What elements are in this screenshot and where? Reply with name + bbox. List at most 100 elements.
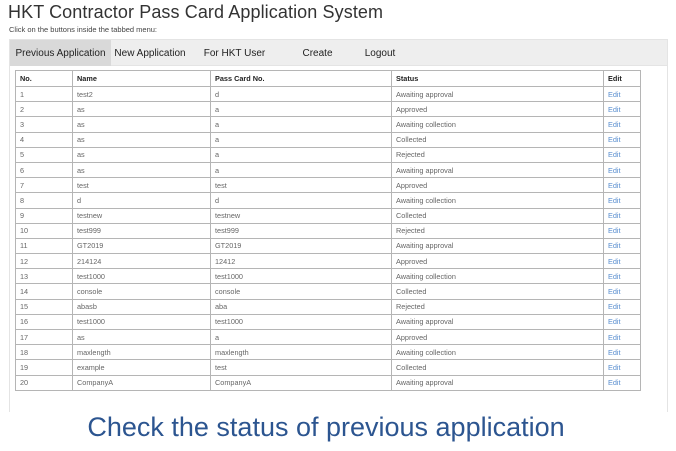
tab-create-account[interactable]: Create Account bbox=[284, 40, 351, 86]
cell-status: Rejected bbox=[391, 146, 604, 163]
table-row: 11 GT2019 GT2019 Awaiting approval Edit bbox=[15, 237, 641, 255]
edit-link[interactable]: Edit bbox=[608, 105, 621, 114]
edit-link[interactable]: Edit bbox=[608, 211, 621, 220]
cell-edit: Edit bbox=[603, 237, 641, 255]
edit-link[interactable]: Edit bbox=[608, 317, 621, 326]
cell-name: as bbox=[72, 101, 211, 118]
edit-link[interactable]: Edit bbox=[608, 348, 621, 357]
edit-link[interactable]: Edit bbox=[608, 287, 621, 296]
cell-edit: Edit bbox=[603, 313, 641, 331]
table-row: 1 test2 d Awaiting approval Edit bbox=[15, 85, 641, 103]
column-header-status: Status bbox=[391, 70, 604, 87]
edit-link[interactable]: Edit bbox=[608, 196, 621, 205]
cell-no: 8 bbox=[15, 192, 73, 209]
edit-link[interactable]: Edit bbox=[608, 333, 621, 342]
cell-name: testnew bbox=[72, 207, 211, 224]
cell-name: abasb bbox=[72, 298, 211, 315]
cell-pass-card-no: d bbox=[210, 85, 392, 103]
edit-link[interactable]: Edit bbox=[608, 257, 621, 266]
cell-edit: Edit bbox=[603, 207, 641, 224]
cell-edit: Edit bbox=[603, 374, 641, 391]
table-row: 19 example test Collected Edit bbox=[15, 359, 641, 376]
edit-link[interactable]: Edit bbox=[608, 166, 621, 175]
cell-name: 214124 bbox=[72, 253, 211, 270]
cell-status: Rejected bbox=[391, 222, 604, 239]
edit-link[interactable]: Edit bbox=[608, 226, 621, 235]
cell-pass-card-no: a bbox=[210, 161, 392, 179]
cell-no: 15 bbox=[15, 298, 73, 315]
cell-edit: Edit bbox=[603, 116, 641, 133]
cell-no: 5 bbox=[15, 146, 73, 163]
tab-logout[interactable]: Logout bbox=[361, 40, 399, 67]
cell-edit: Edit bbox=[603, 253, 641, 270]
cell-pass-card-no: 12412 bbox=[210, 253, 392, 270]
table-row: 9 testnew testnew Collected Edit bbox=[15, 207, 641, 224]
edit-link[interactable]: Edit bbox=[608, 135, 621, 144]
cell-no: 10 bbox=[15, 222, 73, 239]
cell-name: test999 bbox=[72, 222, 211, 239]
table-row: 16 test1000 test1000 Awaiting approval Edit bbox=[15, 313, 641, 331]
cell-status: Collected bbox=[391, 283, 604, 300]
cell-pass-card-no: test999 bbox=[210, 222, 392, 239]
edit-link[interactable]: Edit bbox=[608, 150, 621, 159]
cell-name: example bbox=[72, 359, 211, 376]
cell-edit: Edit bbox=[603, 222, 641, 239]
column-header-pass-card-no: Pass Card No. bbox=[210, 70, 392, 87]
edit-link[interactable]: Edit bbox=[608, 272, 621, 281]
cell-no: 20 bbox=[15, 374, 73, 391]
table-row: 7 test test Approved Edit bbox=[15, 177, 641, 194]
table-row: 18 maxlength maxlength Awaiting collection E… bbox=[15, 344, 641, 361]
column-header-no: No. bbox=[15, 70, 73, 87]
edit-link[interactable]: Edit bbox=[608, 181, 621, 190]
cell-name: d bbox=[72, 192, 211, 209]
cell-edit: Edit bbox=[603, 359, 641, 376]
cell-no: 11 bbox=[15, 237, 73, 255]
cell-pass-card-no: a bbox=[210, 116, 392, 133]
cell-name: test1000 bbox=[72, 313, 211, 331]
edit-link[interactable]: Edit bbox=[608, 241, 621, 250]
cell-pass-card-no: console bbox=[210, 283, 392, 300]
cell-status: Collected bbox=[391, 359, 604, 376]
cell-no: 2 bbox=[15, 101, 73, 118]
cell-name: test bbox=[72, 177, 211, 194]
edit-link[interactable]: Edit bbox=[608, 378, 621, 387]
cell-status: Rejected bbox=[391, 298, 604, 315]
edit-link[interactable]: Edit bbox=[608, 90, 621, 99]
table-row: 13 test1000 test1000 Awaiting collection Edi… bbox=[15, 268, 641, 285]
cell-name: maxlength bbox=[72, 344, 211, 361]
table-row: 14 console console Collected Edit bbox=[15, 283, 641, 300]
cell-name: as bbox=[72, 161, 211, 179]
cell-no: 16 bbox=[15, 313, 73, 331]
table-row: 15 abasb aba Rejected Edit bbox=[15, 298, 641, 315]
cell-no: 18 bbox=[15, 344, 73, 361]
tab-for-hkt-user-only[interactable]: For HKT User Only bbox=[194, 40, 275, 86]
cell-pass-card-no: a bbox=[210, 131, 392, 148]
cell-edit: Edit bbox=[603, 131, 641, 148]
cell-no: 1 bbox=[15, 85, 73, 103]
cell-status: Awaiting approval bbox=[391, 313, 604, 331]
cell-name: test2 bbox=[72, 85, 211, 103]
cell-pass-card-no: a bbox=[210, 146, 392, 163]
edit-link[interactable]: Edit bbox=[608, 120, 621, 129]
table-row: 20 CompanyA CompanyA Awaiting approval Edit bbox=[15, 374, 641, 391]
tab-previous-application[interactable]: Previous Application bbox=[10, 40, 111, 67]
edit-link[interactable]: Edit bbox=[608, 302, 621, 311]
cell-no: 7 bbox=[15, 177, 73, 194]
table-row: 17 as a Approved Edit bbox=[15, 328, 641, 346]
cell-pass-card-no: test1000 bbox=[210, 268, 392, 285]
cell-edit: Edit bbox=[603, 85, 641, 103]
cell-no: 13 bbox=[15, 268, 73, 285]
table-row: 5 as a Rejected Edit bbox=[15, 146, 641, 163]
tab-bar: Previous Application New Application For… bbox=[9, 39, 668, 86]
table-row: 12 214124 12412 Approved Edit bbox=[15, 253, 641, 270]
cell-pass-card-no: testnew bbox=[210, 207, 392, 224]
page-title: HKT Contractor Pass Card Application Sys… bbox=[8, 2, 384, 22]
cell-edit: Edit bbox=[603, 101, 641, 118]
cell-no: 14 bbox=[15, 283, 73, 300]
tab-new-application[interactable]: New Application bbox=[111, 40, 189, 67]
edit-link[interactable]: Edit bbox=[608, 363, 621, 372]
cell-edit: Edit bbox=[603, 268, 641, 285]
cell-name: as bbox=[72, 146, 211, 163]
cell-no: 12 bbox=[15, 253, 73, 270]
table-row: 8 d d Awaiting collection Edit bbox=[15, 192, 641, 209]
